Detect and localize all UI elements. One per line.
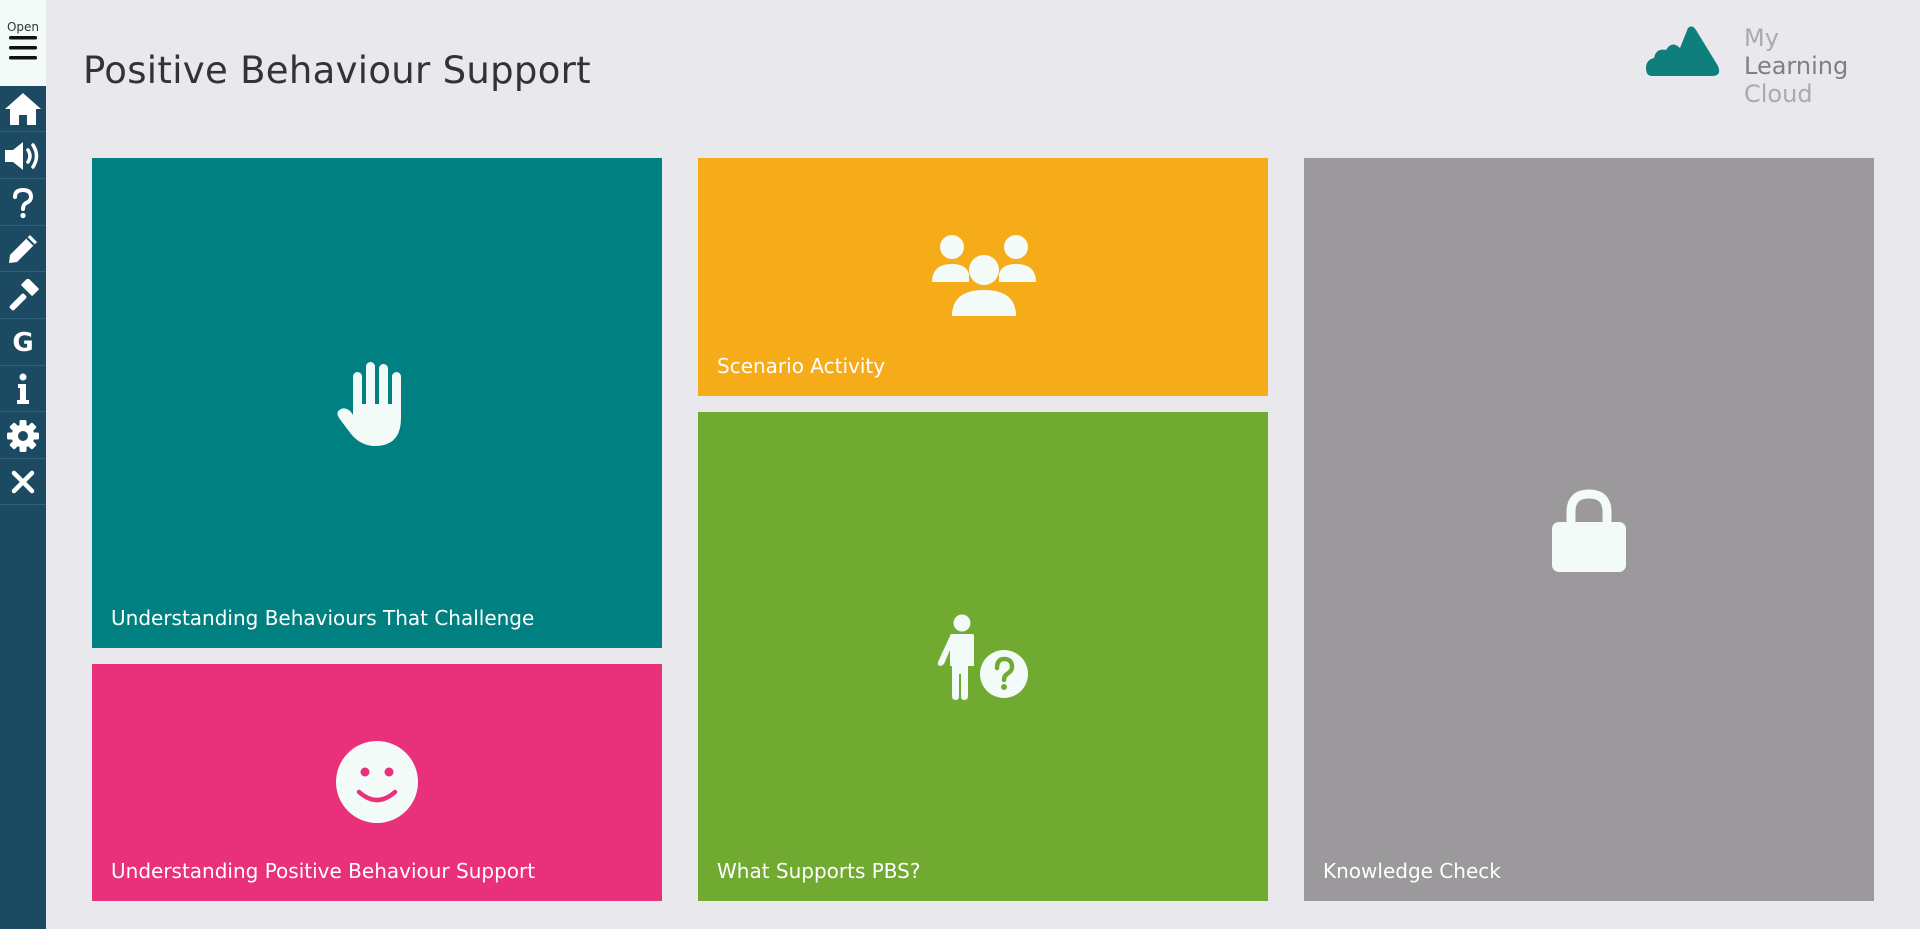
home-icon bbox=[5, 92, 41, 125]
tile-knowledge-check[interactable]: Knowledge Check bbox=[1304, 158, 1874, 901]
cloud-logo-icon bbox=[1646, 26, 1720, 76]
help-icon bbox=[13, 187, 34, 218]
sidebar-item-audio[interactable] bbox=[0, 133, 46, 179]
person-question-icon bbox=[937, 614, 1028, 700]
brand-logo: My Learning Cloud bbox=[1646, 24, 1886, 108]
sidebar-item-help[interactable] bbox=[0, 180, 46, 226]
tile-label: Understanding Positive Behaviour Support bbox=[111, 859, 536, 883]
open-label: Open bbox=[6, 20, 40, 34]
logo-word-learning: Learning bbox=[1744, 52, 1849, 80]
tile-scenario-activity[interactable]: Scenario Activity bbox=[698, 158, 1268, 396]
tile-understanding-pbs[interactable]: Understanding Positive Behaviour Support bbox=[92, 664, 662, 901]
sidebar: Open G bbox=[0, 0, 46, 929]
logo-word-cloud: Cloud bbox=[1744, 80, 1813, 108]
audio-icon bbox=[5, 141, 39, 170]
sidebar-item-exit[interactable] bbox=[0, 459, 46, 505]
tile-understanding-behaviours[interactable]: Understanding Behaviours That Challenge bbox=[92, 158, 662, 648]
close-icon bbox=[11, 470, 35, 493]
glossary-icon: G bbox=[12, 327, 34, 358]
sidebar-item-notes[interactable] bbox=[0, 226, 46, 272]
smiley-icon bbox=[336, 741, 418, 823]
hammer-icon bbox=[9, 278, 39, 310]
sidebar-item-info[interactable] bbox=[0, 366, 46, 412]
settings-icon bbox=[7, 419, 39, 452]
sidebar-item-tools[interactable] bbox=[0, 273, 46, 319]
hand-icon bbox=[337, 362, 401, 446]
page-title: Positive Behaviour Support bbox=[83, 49, 591, 92]
tile-label: Scenario Activity bbox=[717, 354, 886, 378]
logo-word-my: My bbox=[1744, 24, 1779, 52]
tile-label: Knowledge Check bbox=[1323, 859, 1501, 883]
lock-icon bbox=[1552, 489, 1626, 572]
tile-label: Understanding Behaviours That Challenge bbox=[111, 606, 535, 630]
sidebar-item-glossary[interactable]: G bbox=[0, 320, 46, 366]
open-menu-button[interactable]: Open bbox=[0, 0, 46, 86]
sidebar-item-settings[interactable] bbox=[0, 413, 46, 459]
pencil-icon bbox=[9, 234, 37, 263]
info-icon bbox=[17, 373, 29, 404]
group-icon bbox=[932, 235, 1036, 316]
tile-what-supports-pbs[interactable]: What Supports PBS? bbox=[698, 412, 1268, 901]
logo-wordmark: My Learning Cloud bbox=[1744, 24, 1884, 108]
hamburger-icon bbox=[9, 36, 37, 60]
sidebar-item-home[interactable] bbox=[0, 86, 46, 132]
tile-label: What Supports PBS? bbox=[717, 859, 921, 883]
